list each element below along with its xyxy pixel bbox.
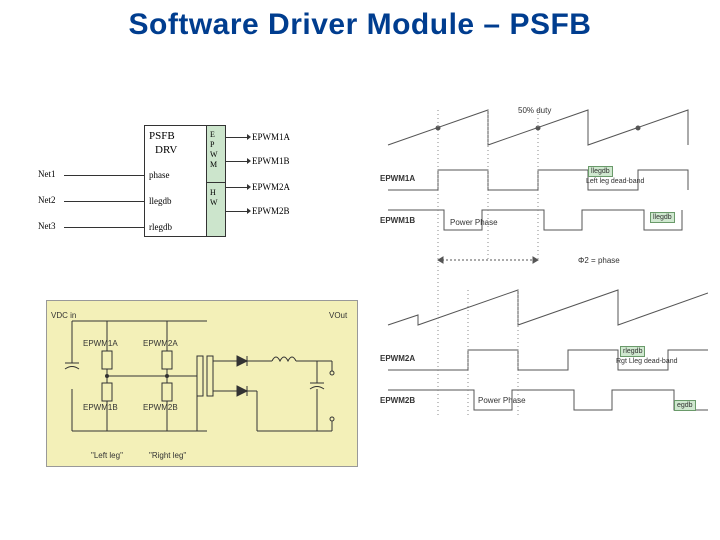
page-title: Software Driver Module – PSFB	[0, 8, 720, 42]
vout-label: VOut	[329, 311, 347, 320]
line-in-1	[92, 175, 144, 176]
row-epwm1a: EPWM1A	[380, 174, 415, 183]
ep-e: E	[210, 130, 215, 139]
timing-diagram: 50% duty EPWM1A EPWM1B EPWM2A EPWM2B lle…	[378, 100, 708, 500]
hw-h: H	[210, 188, 216, 197]
out-3: EPWM2A	[252, 182, 290, 192]
drv-title-1: PSFB	[149, 130, 175, 142]
net3-label: Net3	[38, 221, 56, 231]
llegdb-box: llegdb	[588, 166, 613, 177]
drv-title-2: DRV	[155, 144, 177, 156]
line-in-2	[92, 201, 144, 202]
rightleg-label: "Right leg"	[149, 451, 186, 460]
q2a-label: EPWM2A	[143, 339, 178, 348]
q2b-label: EPWM2B	[143, 403, 178, 412]
egdb-box: egdb	[674, 400, 696, 411]
ep-w: W	[210, 150, 218, 159]
out-2: EPWM1B	[252, 156, 290, 166]
net1-line	[64, 175, 92, 176]
hw-w: W	[210, 198, 218, 207]
power-phase-2: Power Phase	[478, 396, 526, 405]
power-phase-1: Power Phase	[450, 218, 498, 227]
out-line-4	[225, 211, 247, 212]
port-rlegdb: rlegdb	[149, 222, 172, 232]
out-line-3	[225, 187, 247, 188]
port-llegdb: llegdb	[149, 196, 172, 206]
leftleg-label: "Left leg"	[91, 451, 123, 460]
llegdb-desc: Left leg dead-band	[586, 178, 644, 185]
psfb-circuit: VDC in VOut EPWM1A EPWM2A EPWM1B EPWM2B …	[46, 300, 358, 467]
net2-line	[64, 201, 92, 202]
psfb-drv-box: PSFB DRV phase llegdb rlegdb	[144, 125, 208, 237]
phi2: Φ2 = phase	[578, 256, 620, 265]
ep-p: P	[210, 140, 214, 149]
net2-label: Net2	[38, 195, 56, 205]
rlegdb-desc: Rgt Lleg dead-band	[616, 358, 678, 365]
ep-m: M	[210, 160, 217, 169]
rlegdb-box: rlegdb	[620, 346, 645, 357]
out-1: EPWM1A	[252, 132, 290, 142]
q1a-label: EPWM1A	[83, 339, 118, 348]
net3-line	[64, 227, 92, 228]
out-line-2	[225, 161, 247, 162]
row-epwm1b: EPWM1B	[380, 216, 415, 225]
row-epwm2a: EPWM2A	[380, 354, 415, 363]
net1-label: Net1	[38, 169, 56, 179]
block-diagram: Net1 Net2 Net3 PSFB DRV phase llegdb rle…	[46, 125, 346, 255]
duty-label: 50% duty	[518, 106, 551, 115]
port-phase: phase	[149, 170, 170, 180]
out-4: EPWM2B	[252, 206, 290, 216]
epwm-div	[207, 182, 225, 183]
q1b-label: EPWM1B	[83, 403, 118, 412]
llegdb2-box: llegdb	[650, 212, 675, 223]
out-line-1	[225, 137, 247, 138]
epwm-hw-box: E P W M H W	[206, 125, 226, 237]
line-in-3	[92, 227, 144, 228]
vin-label: VDC in	[51, 311, 76, 320]
row-epwm2b: EPWM2B	[380, 396, 415, 405]
